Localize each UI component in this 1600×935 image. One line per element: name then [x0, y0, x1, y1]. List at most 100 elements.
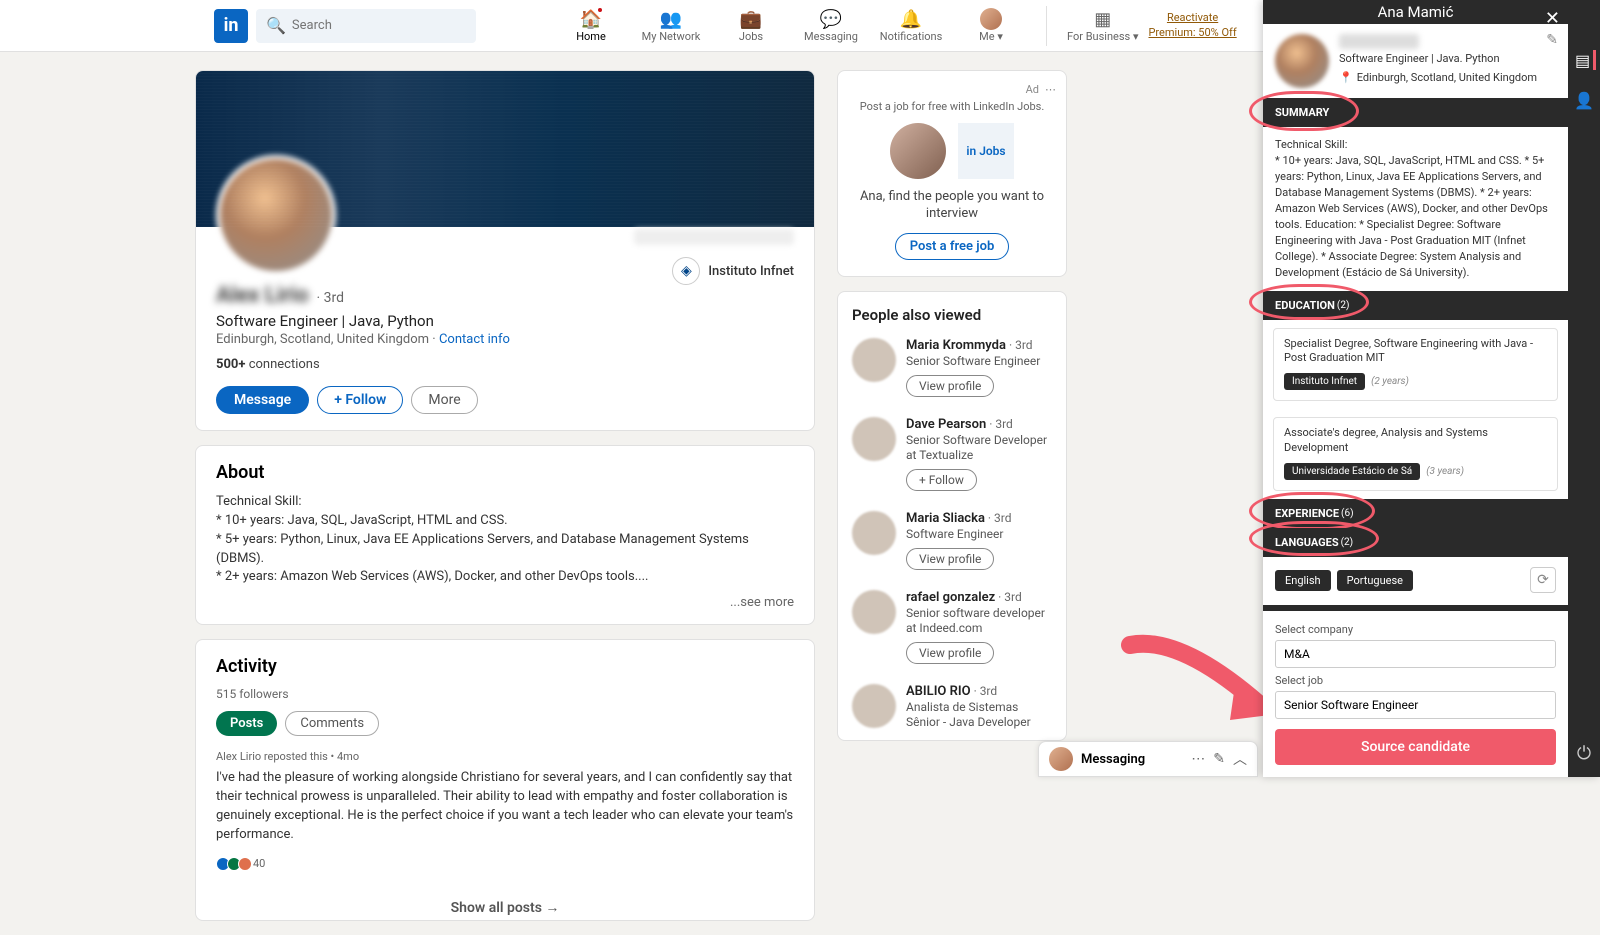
ext-headline: Software Engineer | Java. Python: [1339, 52, 1556, 65]
more-button[interactable]: More: [411, 386, 477, 414]
messaging-dock[interactable]: Messaging ⋯ ✎ ︿: [1038, 741, 1258, 777]
power-icon[interactable]: ⏻: [1574, 743, 1594, 763]
linkedin-logo[interactable]: in: [214, 9, 248, 43]
nav-business[interactable]: ▦For Business ▾: [1067, 4, 1138, 47]
refresh-icon[interactable]: ⟳: [1530, 567, 1556, 593]
avatar-icon: [852, 684, 896, 728]
ext-summary-line: Technical Skill:: [1275, 137, 1556, 153]
reactions[interactable]: 40: [216, 857, 794, 871]
about-line: * 5+ years: Python, Linux, Java EE Appli…: [216, 531, 794, 569]
nav-messaging[interactable]: 💬Messaging: [796, 4, 866, 47]
message-button[interactable]: Message: [216, 386, 309, 414]
premium-link[interactable]: Reactivate Premium: 50% Off: [1148, 11, 1236, 40]
ext-avatar: [1275, 34, 1329, 88]
show-all-posts[interactable]: Show all posts →: [196, 887, 814, 920]
nav-home[interactable]: 🏠Home: [556, 4, 626, 47]
company-input[interactable]: [1275, 640, 1556, 668]
profile-location: Edinburgh, Scotland, United Kingdom: [216, 332, 429, 347]
activity-text: I've had the pleasure of working alongsi…: [216, 769, 794, 844]
job-input[interactable]: [1275, 691, 1556, 719]
follow-button[interactable]: + Follow: [906, 469, 977, 491]
edu-school-chip[interactable]: Universidade Estácio de Sá: [1284, 463, 1420, 480]
nav-notifications[interactable]: 🔔Notifications: [876, 4, 946, 47]
calendar-icon[interactable]: ▤: [1576, 50, 1596, 70]
person-icon[interactable]: 👤: [1574, 90, 1594, 110]
profile-headline: Software Engineer | Java, Python: [216, 312, 794, 330]
avatar-icon: [980, 8, 1002, 30]
grid-icon: ▦: [1094, 8, 1111, 30]
avatar-icon: [852, 511, 896, 555]
avatar-icon: [852, 417, 896, 461]
edu-school-chip[interactable]: Instituto Infnet: [1284, 373, 1365, 390]
nav-network[interactable]: 👥My Network: [636, 4, 706, 47]
avatar-icon: [852, 590, 896, 634]
ext-summary-body: * 10+ years: Java, SQL, JavaScript, HTML…: [1275, 153, 1556, 281]
view-profile-button[interactable]: View profile: [906, 375, 994, 397]
about-line: Technical Skill:: [216, 493, 794, 512]
jobs-logo-icon: in Jobs: [958, 123, 1014, 179]
nav-jobs[interactable]: 💼Jobs: [716, 4, 786, 47]
view-profile-button[interactable]: View profile: [906, 642, 994, 664]
pav-item[interactable]: Maria Sliacka · 3rdSoftware EngineerView…: [838, 501, 1066, 580]
cover-image: [196, 71, 814, 227]
compose-icon[interactable]: ✎: [1213, 751, 1225, 767]
language-chip[interactable]: Portuguese: [1337, 570, 1413, 591]
pav-item[interactable]: rafael gonzalez · 3rdSenior software dev…: [838, 580, 1066, 674]
pav-item[interactable]: Dave Pearson · 3rdSenior Software Develo…: [838, 407, 1066, 501]
pav-item[interactable]: ABILIO RIO · 3rdAnalista de Sistemas Sên…: [838, 674, 1066, 740]
profile-school[interactable]: ◈ Instituto Infnet: [672, 257, 794, 285]
contact-info-link[interactable]: Contact info: [439, 332, 510, 347]
posts-tab[interactable]: Posts: [216, 711, 277, 736]
ext-sidebar: ▤ 👤 ⏻: [1568, 0, 1600, 777]
about-line: * 2+ years: Amazon Web Services (AWS), D…: [216, 568, 794, 587]
avatar-icon: [852, 338, 896, 382]
ext-languages-header[interactable]: LANGUAGES(2): [1263, 528, 1568, 557]
comments-tab[interactable]: Comments: [285, 711, 379, 736]
post-job-button[interactable]: Post a free job: [895, 233, 1010, 260]
search-box[interactable]: 🔍: [256, 9, 476, 43]
nav-me[interactable]: Me ▾: [956, 4, 1026, 47]
people-also-viewed: People also viewed Maria Krommyda · 3rdS…: [837, 291, 1067, 741]
ad-avatar: [890, 123, 946, 179]
search-icon: 🔍: [266, 16, 286, 35]
about-line: * 10+ years: Java, SQL, JavaScript, HTML…: [216, 512, 794, 531]
school-logo-icon: ◈: [672, 257, 700, 285]
search-input[interactable]: [292, 18, 466, 33]
see-more-link[interactable]: ...see more: [196, 595, 814, 624]
chat-icon: 💬: [820, 8, 842, 30]
source-candidate-button[interactable]: Source candidate: [1275, 729, 1556, 765]
ext-location: Edinburgh, Scotland, United Kingdom: [1357, 71, 1537, 84]
activity-heading: Activity: [216, 656, 794, 687]
people-icon: 👥: [660, 8, 682, 30]
bell-icon: 🔔: [900, 8, 922, 30]
ext-summary-header[interactable]: SUMMARY: [1263, 98, 1568, 127]
profile-name: Alex Lirio: [216, 283, 309, 308]
ext-education-header[interactable]: EDUCATION(2): [1263, 291, 1568, 320]
ad-line1: Post a job for free with LinkedIn Jobs.: [848, 100, 1056, 113]
ad-menu-icon[interactable]: ⋯: [1045, 83, 1056, 96]
chevron-up-icon[interactable]: ︿: [1233, 749, 1247, 769]
edu-item: Specialist Degree, Software Engineering …: [1273, 328, 1558, 402]
company-label: Select company: [1275, 623, 1556, 636]
avatar-icon: [1049, 747, 1073, 771]
profile-degree: · 3rd: [317, 290, 345, 306]
pin-icon: 📍: [1339, 71, 1353, 84]
ext-header: Ana Mamić ✕: [1263, 0, 1568, 24]
edit-icon[interactable]: ✎: [1546, 32, 1558, 48]
ad-card: Ad ⋯ Post a job for free with LinkedIn Jo…: [837, 70, 1067, 277]
follow-button[interactable]: + Follow: [317, 386, 403, 414]
pav-heading: People also viewed: [838, 292, 1066, 328]
extension-panel: Ana Mamić ✕ Software Engineer | Java. Py…: [1263, 0, 1600, 777]
language-chip[interactable]: English: [1275, 570, 1331, 591]
more-icon[interactable]: ⋯: [1191, 751, 1205, 767]
ext-experience-header[interactable]: EXPERIENCE(6): [1263, 499, 1568, 528]
ad-line2: Ana, find the people you want to intervi…: [848, 189, 1056, 223]
briefcase-icon: 💼: [740, 8, 762, 30]
notif-dot-icon: [596, 6, 604, 14]
edu-item: Associate's degree, Analysis and Systems…: [1273, 417, 1558, 491]
pav-item[interactable]: Maria Krommyda · 3rdSenior Software Engi…: [838, 328, 1066, 407]
about-heading: About: [216, 462, 794, 493]
ext-name-blurred: [1339, 34, 1419, 49]
view-profile-button[interactable]: View profile: [906, 548, 994, 570]
ad-label: Ad: [1026, 83, 1039, 96]
